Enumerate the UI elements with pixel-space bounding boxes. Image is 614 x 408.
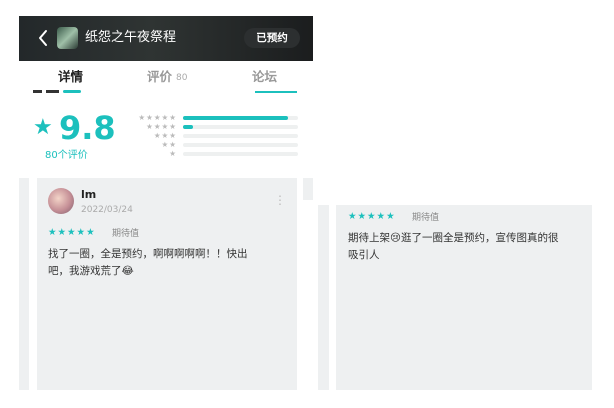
rating-distribution-row: ★★	[123, 140, 298, 149]
clipped-heading	[33, 90, 59, 93]
rating-count[interactable]: 80个评价	[45, 150, 88, 162]
distribution-bar-track	[183, 125, 298, 129]
review-stars: ★★★★★	[348, 211, 396, 222]
review-text-line: 期待上架😢逛了一圈全是预约，宣传图真的很	[348, 232, 559, 244]
review-tag: 期待值	[412, 213, 440, 223]
rating-distribution-row: ★★★	[123, 131, 298, 140]
distribution-bar-track	[183, 152, 298, 156]
review-text-line: 吧，我游戏荒了😂	[48, 265, 134, 277]
reserved-button[interactable]: 已预约	[244, 28, 300, 48]
more-vertical-icon[interactable]: ⋮	[274, 194, 286, 206]
review-tag: 期待值	[112, 229, 140, 239]
card-edge-middle	[318, 205, 329, 390]
avatar[interactable]	[48, 188, 74, 214]
clipped-link	[255, 91, 297, 93]
tab-forum[interactable]: 论坛	[252, 69, 277, 85]
rating-distribution-row: ★★★★	[123, 122, 298, 131]
review-stars: ★★★★★	[48, 227, 96, 238]
review-username[interactable]: lm	[81, 188, 96, 202]
active-tab-indicator	[63, 90, 81, 93]
tab-reviews-count: 80	[176, 73, 188, 83]
tab-reviews[interactable]: 评价	[147, 69, 172, 85]
review-text-line: 吸引人	[348, 249, 380, 261]
game-icon	[57, 27, 78, 49]
review-card[interactable]	[37, 178, 297, 390]
review-text-line: 找了一圈，全是预约，啊啊啊啊啊！！快出	[48, 248, 248, 260]
distribution-bar-fill	[183, 125, 194, 129]
rating-distribution-row: ★★★★★	[123, 113, 298, 122]
star-icon: ★	[33, 115, 53, 140]
tab-details[interactable]: 详情	[58, 69, 83, 85]
chevron-left-icon[interactable]	[37, 29, 49, 47]
review-date: 2022/03/24	[81, 205, 133, 215]
distribution-bar-track	[183, 143, 298, 147]
distribution-bar-track	[183, 116, 298, 120]
card-edge-left	[19, 178, 29, 390]
distribution-bar-track	[183, 134, 298, 138]
distribution-bar-fill	[183, 116, 288, 120]
rating-score: 9.8	[59, 109, 116, 147]
page-title: 纸怨之午夜祭程	[85, 30, 177, 45]
distribution-stars: ★	[169, 149, 177, 158]
card-edge-top	[303, 178, 313, 200]
rating-distribution-row: ★	[123, 149, 298, 158]
